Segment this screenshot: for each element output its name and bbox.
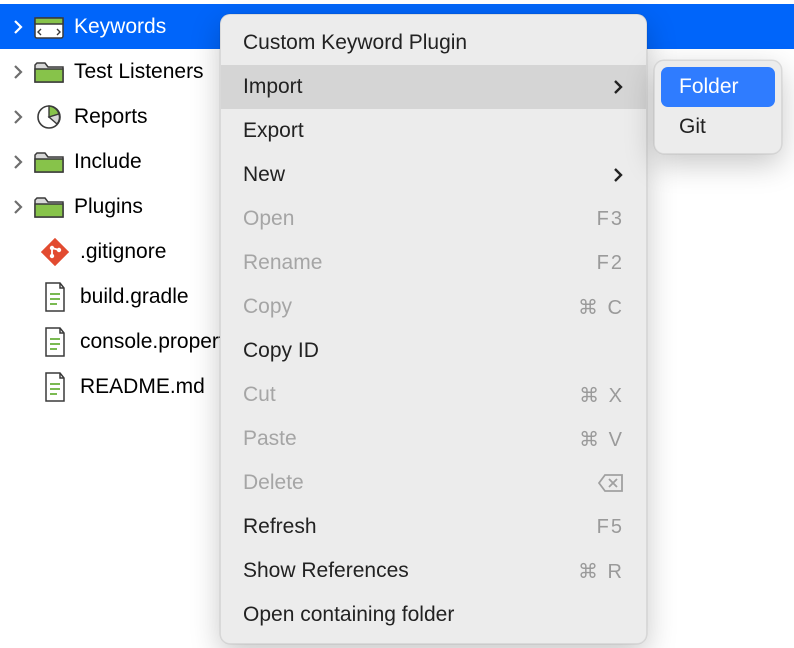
menu-item-label: Delete	[243, 471, 598, 495]
import-submenu: Folder Git	[654, 60, 782, 154]
menu-shortcut: ⌘ X	[579, 383, 624, 408]
menu-shortcut: ⌘ C	[578, 295, 624, 320]
chevron-right-icon	[8, 110, 28, 124]
tree-item-label: README.md	[80, 375, 205, 399]
reports-icon	[34, 102, 64, 132]
menu-copy[interactable]: Copy ⌘ C	[221, 285, 646, 329]
menu-item-label: Show References	[243, 559, 578, 583]
context-menu: Custom Keyword Plugin Import Export New …	[220, 14, 647, 644]
menu-item-label: Open containing folder	[243, 603, 624, 627]
chevron-right-icon	[8, 155, 28, 169]
menu-item-label: Custom Keyword Plugin	[243, 31, 624, 55]
menu-item-label: New	[243, 163, 613, 187]
tree-item-label: Keywords	[74, 15, 166, 39]
menu-paste[interactable]: Paste ⌘ V	[221, 417, 646, 461]
menu-cut[interactable]: Cut ⌘ X	[221, 373, 646, 417]
menu-item-label: Copy	[243, 295, 578, 319]
tree-item-label: Plugins	[74, 195, 143, 219]
tree-item-label: .gitignore	[80, 240, 166, 264]
chevron-right-icon	[8, 200, 28, 214]
file-icon	[40, 282, 70, 312]
menu-export[interactable]: Export	[221, 109, 646, 153]
folder-icon	[34, 147, 64, 177]
menu-rename[interactable]: Rename F2	[221, 241, 646, 285]
menu-item-label: Refresh	[243, 515, 597, 539]
keywords-icon	[34, 12, 64, 42]
folder-icon	[34, 57, 64, 87]
git-icon	[40, 237, 70, 267]
menu-shortcut: ⌘ V	[579, 427, 624, 452]
delete-key-icon	[598, 474, 624, 492]
menu-shortcut: ⌘ R	[578, 559, 624, 584]
chevron-right-icon	[613, 79, 624, 95]
menu-shortcut: F5	[597, 516, 624, 539]
tree-item-label: Reports	[74, 105, 148, 129]
menu-item-label: Copy ID	[243, 339, 624, 363]
menu-item-label: Import	[243, 75, 613, 99]
tree-item-label: Test Listeners	[74, 60, 204, 84]
menu-import[interactable]: Import	[221, 65, 646, 109]
menu-item-label: Git	[679, 115, 757, 139]
menu-item-label: Cut	[243, 383, 579, 407]
chevron-right-icon	[8, 65, 28, 79]
tree-item-label: Include	[74, 150, 142, 174]
menu-custom-keyword-plugin[interactable]: Custom Keyword Plugin	[221, 21, 646, 65]
menu-copy-id[interactable]: Copy ID	[221, 329, 646, 373]
menu-open-containing-folder[interactable]: Open containing folder	[221, 593, 646, 637]
folder-icon	[34, 192, 64, 222]
menu-shortcut: F3	[597, 208, 624, 231]
file-icon	[40, 327, 70, 357]
menu-show-references[interactable]: Show References ⌘ R	[221, 549, 646, 593]
submenu-git[interactable]: Git	[661, 107, 775, 147]
menu-item-label: Rename	[243, 251, 597, 275]
chevron-right-icon	[8, 20, 28, 34]
menu-refresh[interactable]: Refresh F5	[221, 505, 646, 549]
menu-shortcut: F2	[597, 252, 624, 275]
file-icon	[40, 372, 70, 402]
menu-open[interactable]: Open F3	[221, 197, 646, 241]
menu-item-label: Paste	[243, 427, 579, 451]
menu-item-label: Open	[243, 207, 597, 231]
menu-new[interactable]: New	[221, 153, 646, 197]
menu-delete[interactable]: Delete	[221, 461, 646, 505]
chevron-right-icon	[613, 167, 624, 183]
menu-item-label: Export	[243, 119, 624, 143]
tree-item-label: build.gradle	[80, 285, 189, 309]
menu-item-label: Folder	[679, 75, 757, 99]
submenu-folder[interactable]: Folder	[661, 67, 775, 107]
